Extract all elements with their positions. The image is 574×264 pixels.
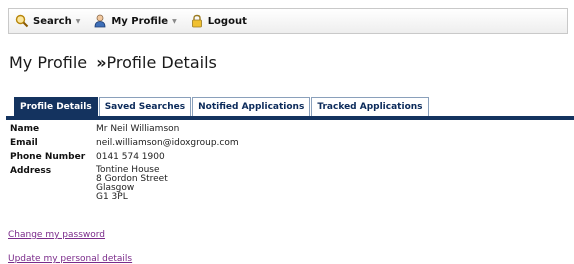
tab-tracked-applications[interactable]: Tracked Applications (311, 97, 429, 116)
profile-tabs: Profile Details Saved Searches Notified … (14, 96, 430, 116)
breadcrumb-separator: » (96, 53, 107, 72)
address-label: Address (10, 166, 52, 176)
top-toolbar: Search ▼ My Profile ▼ Logout (8, 8, 568, 34)
name-row: Name Mr Neil Williamson (10, 124, 239, 134)
search-icon (15, 14, 29, 28)
tab-notified-applications[interactable]: Notified Applications (192, 97, 311, 116)
update-personal-details-link[interactable]: Update my personal details (8, 254, 132, 264)
logout-label: Logout (207, 15, 247, 27)
user-icon (93, 14, 107, 28)
page: Search ▼ My Profile ▼ Logout My Profile … (0, 0, 574, 264)
email-value: neil.williamson@idoxgroup.com (96, 138, 239, 148)
lock-icon (190, 14, 204, 28)
search-menu[interactable]: Search ▼ (15, 14, 80, 28)
name-label: Name (10, 124, 40, 134)
email-label: Email (10, 138, 38, 148)
tab-profile-details[interactable]: Profile Details (14, 97, 98, 116)
logout-button[interactable]: Logout (190, 14, 247, 28)
phone-row: Phone Number 0141 574 1900 (10, 152, 239, 162)
tab-underline (6, 116, 574, 120)
phone-value: 0141 574 1900 (96, 152, 165, 162)
page-title-subsection: Profile Details (106, 53, 217, 72)
profile-details: Name Mr Neil Williamson Email neil.willi… (10, 124, 239, 206)
address-line: G1 3PL (96, 192, 128, 202)
email-row: Email neil.williamson@idoxgroup.com (10, 138, 239, 148)
tab-saved-searches[interactable]: Saved Searches (98, 97, 192, 116)
my-profile-menu-label: My Profile (111, 15, 169, 27)
name-value: Mr Neil Williamson (96, 124, 180, 134)
chevron-down-icon: ▼ (172, 17, 177, 25)
change-password-link[interactable]: Change my password (8, 230, 105, 240)
address-value: Tontine House 8 Gordon Street Glasgow G1… (96, 166, 168, 202)
my-profile-menu[interactable]: My Profile ▼ (93, 14, 177, 28)
page-title-section: My Profile (9, 53, 88, 72)
phone-label: Phone Number (10, 152, 86, 162)
search-menu-label: Search (33, 15, 72, 27)
address-row: Address Tontine House 8 Gordon Street Gl… (10, 166, 239, 202)
page-title: My Profile »Profile Details (9, 53, 217, 72)
chevron-down-icon: ▼ (75, 17, 81, 25)
